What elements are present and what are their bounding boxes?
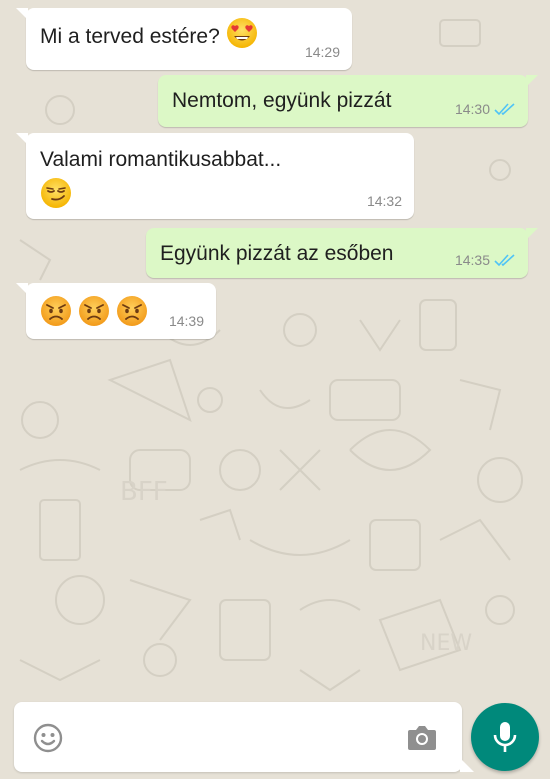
svg-text:BFF: BFF [120,477,168,507]
angry-emoji [116,295,148,327]
message-time: 14:35 [454,252,490,268]
svg-text:NEW: NEW [420,631,472,656]
microphone-icon [493,722,517,752]
message-composer [14,702,474,772]
message-input[interactable] [78,720,382,756]
read-receipt-icon [494,102,516,116]
message-time: 14:29 [304,44,340,60]
emoji-icon[interactable] [32,722,64,754]
read-receipt-icon [494,253,516,267]
message-time: 14:32 [366,193,402,209]
message-bubble-outgoing[interactable]: Együnk pizzát az esőben 14:35 [146,228,538,278]
message-text: Valami romantikusabbat... [40,148,282,171]
angry-emoji [78,295,110,327]
camera-icon[interactable] [406,722,438,752]
angry-emoji [40,295,72,327]
message-bubble-incoming[interactable]: 14:39 [16,283,216,339]
message-time: 14:39 [168,313,204,329]
message-bubble-incoming[interactable]: Mi a terved estére? 14:29 [16,8,352,70]
message-bubble-outgoing[interactable]: Nemtom, együnk pizzát 14:30 [158,75,538,127]
heart-eyes-emoji [226,17,258,49]
message-text: Mi a terved estére? [40,25,220,48]
message-emoji-row [40,295,148,327]
message-bubble-incoming[interactable]: Valami romantikusabbat... 14:32 [16,133,414,219]
message-text: Nemtom, együnk pizzát [172,89,392,112]
message-text: Együnk pizzát az esőben [160,242,394,265]
microphone-button[interactable] [471,703,539,771]
message-time: 14:30 [454,101,490,117]
smirk-emoji [40,177,72,209]
